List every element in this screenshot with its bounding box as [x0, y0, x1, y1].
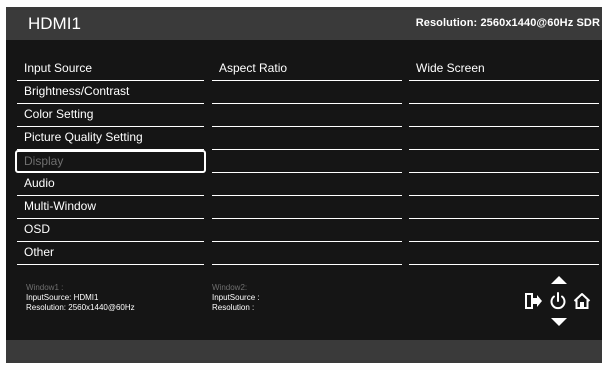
value-row [409, 81, 599, 104]
submenu-row [212, 242, 402, 265]
submenu-row [212, 196, 402, 219]
menu-item-picture-quality[interactable]: Picture Quality Setting [17, 127, 204, 150]
submenu-row [212, 81, 402, 104]
menu-item-color-setting[interactable]: Color Setting [17, 104, 204, 127]
main-menu: Input Source Brightness/Contrast Color S… [15, 58, 206, 265]
value-column: Wide Screen [409, 58, 599, 265]
osd-panel: HDMI1 Resolution: 2560x1440@60Hz SDR Inp… [6, 7, 602, 363]
submenu: Aspect Ratio [212, 58, 402, 265]
value-row [409, 104, 599, 127]
window2-heading: Window2: [212, 283, 248, 292]
submenu-row [212, 173, 402, 196]
submenu-row [212, 150, 402, 173]
value-row [409, 219, 599, 242]
window2-input-source: InputSource : [212, 293, 260, 302]
window1-input-source: InputSource: HDMI1 [26, 293, 99, 302]
window2-info: Window2: InputSource : Resolution : [212, 283, 260, 313]
value-row [409, 127, 599, 150]
menu-item-audio[interactable]: Audio [17, 173, 204, 196]
menu-item-display[interactable]: Display [15, 150, 206, 173]
home-icon[interactable] [573, 292, 591, 310]
input-title: HDMI1 [28, 14, 81, 33]
window2-resolution: Resolution : [212, 303, 255, 312]
window1-heading: Window1 : [26, 283, 64, 292]
exit-icon[interactable] [525, 293, 543, 309]
menu-item-other[interactable]: Other [17, 242, 204, 265]
submenu-row [212, 127, 402, 150]
power-icon[interactable] [549, 292, 567, 310]
value-row [409, 242, 599, 265]
menu-item-input-source[interactable]: Input Source [17, 58, 204, 81]
header-bar: HDMI1 Resolution: 2560x1440@60Hz SDR [6, 7, 602, 40]
value-row [409, 150, 599, 173]
menu-item-osd[interactable]: OSD [17, 219, 204, 242]
submenu-row [212, 104, 402, 127]
submenu-row [212, 219, 402, 242]
footer-bar [6, 340, 602, 363]
window1-resolution: Resolution: 2560x1440@60Hz [26, 303, 135, 312]
window1-info: Window1 : InputSource: HDMI1 Resolution:… [26, 283, 135, 313]
triangle-down-icon[interactable] [551, 318, 567, 326]
menu-item-multi-window[interactable]: Multi-Window [17, 196, 204, 219]
value-row [409, 173, 599, 196]
value-wide-screen[interactable]: Wide Screen [409, 58, 599, 81]
resolution-text: Resolution: 2560x1440@60Hz SDR [415, 17, 600, 29]
triangle-up-icon[interactable] [551, 276, 567, 284]
submenu-item-aspect-ratio[interactable]: Aspect Ratio [212, 58, 402, 81]
value-row [409, 196, 599, 219]
menu-item-brightness-contrast[interactable]: Brightness/Contrast [17, 81, 204, 104]
